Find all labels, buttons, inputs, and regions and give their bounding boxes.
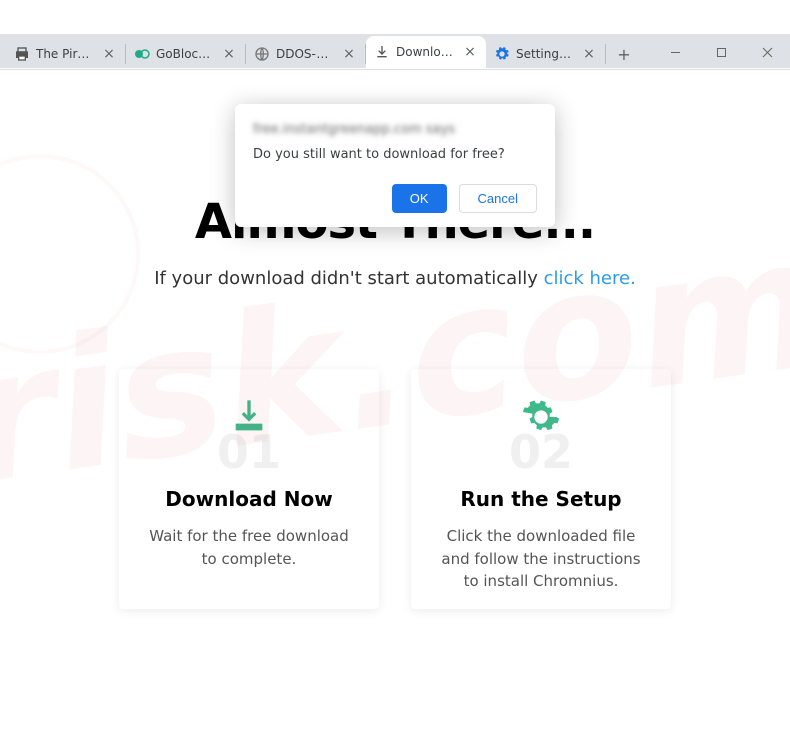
- tab-download-ready[interactable]: Download Ready ×: [366, 36, 486, 68]
- cancel-button[interactable]: Cancel: [459, 184, 537, 213]
- card-title: Run the Setup: [460, 487, 621, 511]
- settings-icon: [494, 46, 510, 62]
- tab-ddosguard[interactable]: DDOS-GUARD ×: [246, 44, 366, 64]
- card-number: 02: [509, 425, 573, 479]
- card-description: Click the downloaded file and follow the…: [435, 525, 647, 593]
- dialog-buttons: OK Cancel: [253, 184, 537, 213]
- click-here-link[interactable]: click here.: [544, 268, 636, 289]
- page-subtitle: If your download didn't start automatica…: [154, 268, 636, 289]
- close-window-button[interactable]: [744, 36, 790, 68]
- card-run-setup: 02 Run the Setup Click the downloaded fi…: [411, 369, 671, 609]
- close-icon[interactable]: ×: [462, 44, 478, 60]
- tab-title: Settings - Notific: [516, 47, 575, 61]
- tab-title: The Pirate Bay - T: [36, 47, 95, 61]
- tab-strip: The Pirate Bay - T × GoBlocker × DDOS-GU…: [0, 34, 790, 68]
- window-controls: [652, 36, 790, 68]
- tab-piratebay[interactable]: The Pirate Bay - T ×: [6, 44, 126, 64]
- dialog-message: Do you still want to download for free?: [253, 147, 537, 162]
- close-icon[interactable]: ×: [341, 46, 357, 62]
- card-number: 01: [217, 425, 281, 479]
- tab-settings[interactable]: Settings - Notific ×: [486, 44, 606, 64]
- tab-goblocker[interactable]: GoBlocker ×: [126, 44, 246, 64]
- tab-title: Download Ready: [396, 45, 456, 59]
- globe-icon: [254, 46, 270, 62]
- subtitle-text: If your download didn't start automatica…: [154, 268, 543, 289]
- download-icon: [374, 44, 390, 60]
- ok-button[interactable]: OK: [392, 184, 447, 213]
- tabs-container: The Pirate Bay - T × GoBlocker × DDOS-GU…: [6, 34, 638, 68]
- maximize-button[interactable]: [698, 36, 744, 68]
- tab-title: GoBlocker: [156, 47, 215, 61]
- card-download-now: 01 Download Now Wait for the free downlo…: [119, 369, 379, 609]
- tab-title: DDOS-GUARD: [276, 47, 335, 61]
- cards-row: 01 Download Now Wait for the free downlo…: [119, 369, 671, 609]
- dialog-origin: free.instantgreenapp.com says: [253, 122, 537, 137]
- new-tab-button[interactable]: +: [610, 40, 638, 68]
- minimize-button[interactable]: [652, 36, 698, 68]
- goblocker-icon: [134, 46, 150, 62]
- close-icon[interactable]: ×: [581, 46, 597, 62]
- close-icon[interactable]: ×: [101, 46, 117, 62]
- card-title: Download Now: [165, 487, 332, 511]
- dialog-overlay: free.instantgreenapp.com says Do you sti…: [0, 104, 790, 227]
- confirm-dialog: free.instantgreenapp.com says Do you sti…: [235, 104, 555, 227]
- close-icon[interactable]: ×: [221, 46, 237, 62]
- card-description: Wait for the free download to complete.: [143, 525, 355, 570]
- printer-icon: [14, 46, 30, 62]
